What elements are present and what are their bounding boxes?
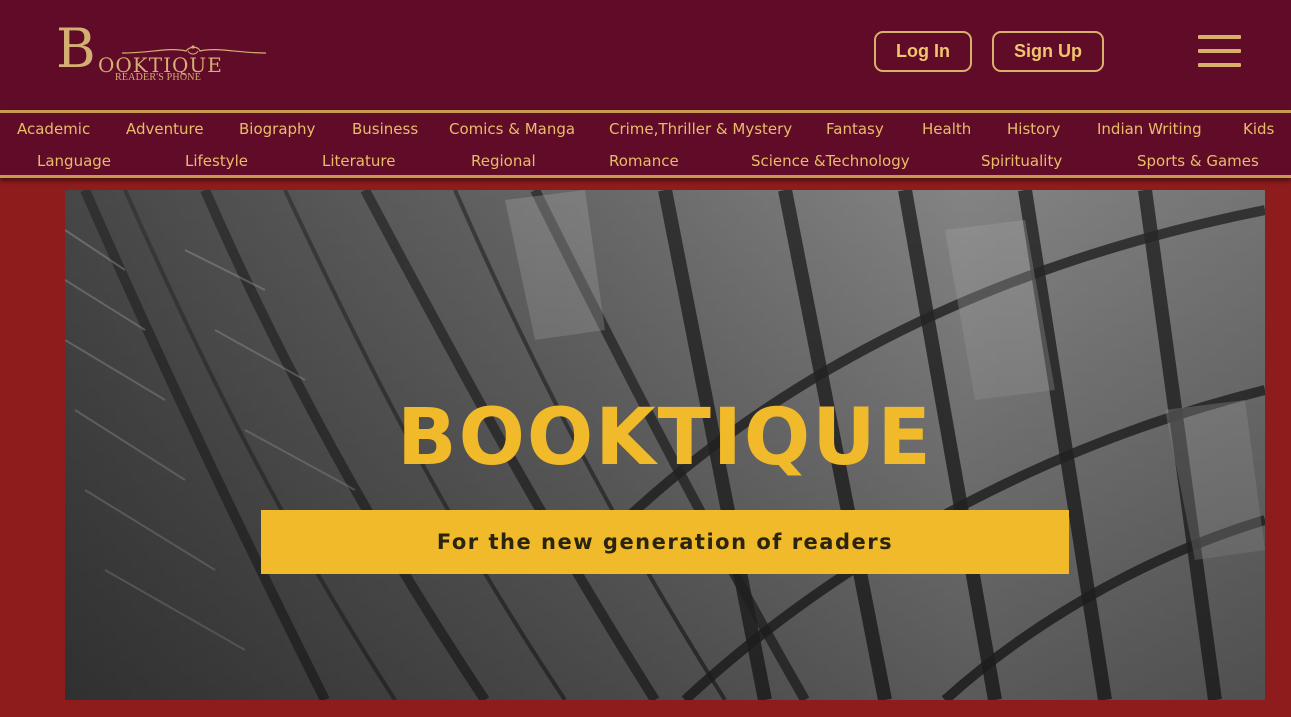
category-language[interactable]: Language (37, 149, 111, 173)
login-button[interactable]: Log In (874, 31, 972, 72)
category-comics-manga[interactable]: Comics & Manga (449, 117, 575, 141)
category-academic[interactable]: Academic (17, 117, 90, 141)
hero-tagline: For the new generation of readers (436, 530, 894, 554)
category-fantasy[interactable]: Fantasy (826, 117, 884, 141)
category-adventure[interactable]: Adventure (126, 117, 204, 141)
category-crime-thriller-mystery[interactable]: Crime,Thriller & Mystery (609, 117, 792, 141)
site-header: B OOKTIQUE READER'S PHONE Log In Sign Up (0, 0, 1291, 110)
category-row-2: Language Lifestyle Literature Regional R… (0, 149, 1291, 173)
logo-tagline: READER'S PHONE (115, 72, 201, 83)
category-literature[interactable]: Literature (322, 149, 395, 173)
category-spirituality[interactable]: Spirituality (981, 149, 1062, 173)
category-health[interactable]: Health (922, 117, 971, 141)
hamburger-line (1198, 35, 1241, 39)
category-regional[interactable]: Regional (471, 149, 536, 173)
category-science-technology[interactable]: Science &Technology (751, 149, 910, 173)
signup-button[interactable]: Sign Up (992, 31, 1104, 72)
category-nav: Academic Adventure Biography Business Co… (0, 110, 1291, 178)
category-sports-games[interactable]: Sports & Games (1137, 149, 1259, 173)
hero-tagline-bar: For the new generation of readers (261, 510, 1069, 574)
hamburger-menu-icon[interactable] (1198, 35, 1241, 67)
booktique-logo[interactable]: B OOKTIQUE READER'S PHONE (56, 22, 271, 86)
category-kids[interactable]: Kids (1243, 117, 1274, 141)
category-romance[interactable]: Romance (609, 149, 679, 173)
category-history[interactable]: History (1007, 117, 1060, 141)
hamburger-line (1198, 63, 1241, 67)
category-business[interactable]: Business (352, 117, 418, 141)
category-indian-writing[interactable]: Indian Writing (1097, 117, 1202, 141)
page: B OOKTIQUE READER'S PHONE Log In Sign Up… (0, 0, 1291, 717)
category-biography[interactable]: Biography (239, 117, 315, 141)
category-row-1: Academic Adventure Biography Business Co… (0, 117, 1291, 141)
category-lifestyle[interactable]: Lifestyle (185, 149, 248, 173)
hamburger-line (1198, 49, 1241, 53)
hero-title: BOOKTIQUE (397, 393, 933, 483)
hero-banner: BOOKTIQUE For the new generation of read… (65, 190, 1265, 700)
logo-initial: B (56, 17, 96, 80)
